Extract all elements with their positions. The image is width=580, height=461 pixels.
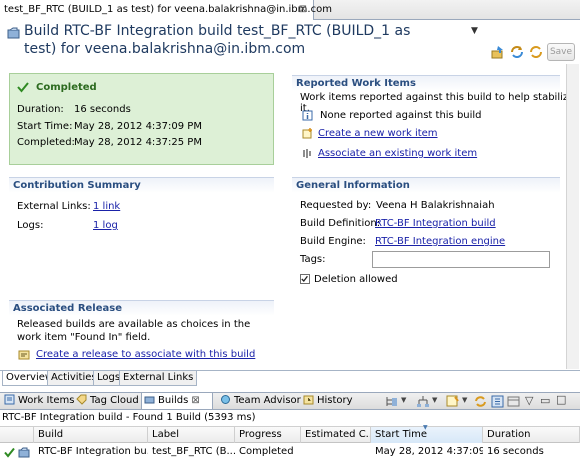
- close-icon[interactable]: ⊠: [299, 0, 307, 19]
- tree-dropdown-icon[interactable]: ▼: [401, 396, 406, 404]
- duration-value: 16 seconds: [74, 104, 131, 115]
- release-icon: [18, 350, 30, 360]
- maximize-icon[interactable]: □: [556, 393, 566, 406]
- contribution-summary-title: Contribution Summary: [13, 180, 141, 191]
- group-icon[interactable]: [416, 395, 430, 408]
- team-advisor-icon: [221, 395, 230, 404]
- column-build[interactable]: Build: [34, 427, 148, 443]
- duration-label: Duration:: [17, 104, 64, 115]
- editor-tab-title: test_BF_RTC (BUILD_1 as test) for veena.…: [4, 4, 332, 15]
- page-title: Build RTC-BF Integration build test_BF_R…: [24, 23, 411, 57]
- deletion-checkbox[interactable]: [300, 274, 310, 284]
- logs-label: Logs:: [17, 220, 44, 231]
- contribution-summary-header: Contribution Summary: [9, 177, 274, 193]
- filter-icon[interactable]: [446, 395, 460, 408]
- cell-duration: 16 seconds: [487, 446, 544, 457]
- arrange-icon[interactable]: [491, 395, 504, 408]
- create-work-item-link[interactable]: Create a new work item: [318, 128, 438, 139]
- completed-label: Completed:: [17, 137, 75, 148]
- reported-work-items-header: Reported Work Items: [292, 75, 560, 91]
- tab-external-links[interactable]: External Links: [119, 371, 198, 386]
- tag-cloud-icon: [76, 394, 87, 405]
- new-work-item-icon: [302, 128, 312, 139]
- column-progress[interactable]: Progress: [235, 427, 301, 443]
- sort-indicator-icon: ▼: [423, 424, 428, 431]
- general-information-header: General Information: [292, 177, 560, 193]
- logs-link[interactable]: 1 log: [93, 220, 118, 231]
- history-icon: [303, 395, 314, 405]
- deletion-label: Deletion allowed: [314, 274, 398, 285]
- close-icon[interactable]: ⊠: [191, 395, 199, 406]
- cell-build: RTC-BF Integration bu...: [38, 446, 148, 457]
- start-time-value: May 28, 2012 4:37:09 PM: [74, 121, 202, 132]
- build-definition-link[interactable]: RTC-BF Integration build: [375, 218, 496, 229]
- completed-value: May 28, 2012 4:37:25 PM: [74, 137, 202, 148]
- associated-release-header: Associated Release: [9, 300, 274, 316]
- build-result-icon: [18, 447, 30, 458]
- cell-progress: Completed: [239, 446, 294, 457]
- column-label[interactable]: Label: [148, 427, 235, 443]
- work-items-icon: [4, 394, 15, 405]
- request-build-icon[interactable]: [490, 44, 506, 60]
- status-title: Completed: [36, 82, 97, 93]
- filter-dropdown-icon[interactable]: ▼: [462, 396, 467, 404]
- none-reported-text: None reported against this build: [320, 110, 482, 121]
- build-engine-link[interactable]: RTC-BF Integration engine: [375, 236, 505, 247]
- start-time-label: Start Time:: [17, 121, 73, 132]
- builds-icon: [144, 396, 155, 404]
- requested-by-value: Veena H Balakrishnaiah: [376, 200, 495, 211]
- info-icon: [302, 110, 313, 121]
- cell-label: test_BF_RTC (B...: [152, 446, 235, 457]
- group-dropdown-icon[interactable]: ▼: [432, 396, 437, 404]
- chevron-down-icon[interactable]: ▼: [471, 26, 478, 36]
- external-links-label: External Links:: [17, 201, 91, 212]
- sync-icon[interactable]: [528, 44, 544, 60]
- refresh-icon[interactable]: [509, 44, 525, 60]
- builds-status-line: RTC-BF Integration build - Found 1 Build…: [2, 412, 256, 423]
- tab-work-items[interactable]: Work Items: [2, 393, 74, 409]
- associate-work-item-link[interactable]: Associate an existing work item: [318, 148, 477, 159]
- tree-icon[interactable]: [385, 395, 399, 408]
- build-icon: [7, 27, 20, 39]
- associated-release-description: Released builds are available as choices…: [17, 319, 251, 343]
- tab-team-advisor[interactable]: Team Advisor: [218, 393, 301, 409]
- refresh-view-icon[interactable]: [474, 395, 487, 408]
- link-icon: [303, 149, 311, 158]
- editor-tab[interactable]: test_BF_RTC (BUILD_1 as test) for veena.…: [0, 0, 332, 20]
- tags-label: Tags:: [300, 254, 326, 265]
- tab-builds[interactable]: Builds ⊠: [141, 393, 213, 409]
- column-estimated[interactable]: Estimated C...: [301, 427, 371, 443]
- column-status[interactable]: [0, 427, 34, 443]
- checkbox-check-icon: [301, 275, 308, 282]
- layout-icon[interactable]: [507, 395, 520, 408]
- view-menu-icon[interactable]: ▽: [525, 394, 533, 407]
- editor-scrollbar[interactable]: [566, 64, 579, 369]
- general-information-title: General Information: [296, 180, 410, 191]
- reported-work-items-title: Reported Work Items: [296, 78, 416, 89]
- cell-start-time: May 28, 2012 4:37:09 ...: [375, 446, 483, 457]
- minimize-icon[interactable]: ▭: [540, 394, 550, 407]
- build-engine-label: Build Engine:: [300, 236, 366, 247]
- external-links-link[interactable]: 1 link: [93, 201, 120, 212]
- checkmark-icon: [4, 447, 15, 458]
- build-definition-label: Build Definition:: [300, 218, 381, 229]
- tags-input[interactable]: [372, 251, 550, 268]
- associated-release-title: Associated Release: [13, 303, 122, 314]
- save-button[interactable]: Save: [547, 43, 575, 61]
- requested-by-label: Requested by:: [300, 200, 372, 211]
- create-release-link[interactable]: Create a release to associate with this …: [36, 349, 255, 360]
- column-duration[interactable]: Duration: [483, 427, 580, 443]
- checkmark-icon: [17, 82, 29, 93]
- tab-tag-cloud[interactable]: Tag Cloud: [74, 393, 139, 409]
- tab-history[interactable]: History: [301, 393, 353, 409]
